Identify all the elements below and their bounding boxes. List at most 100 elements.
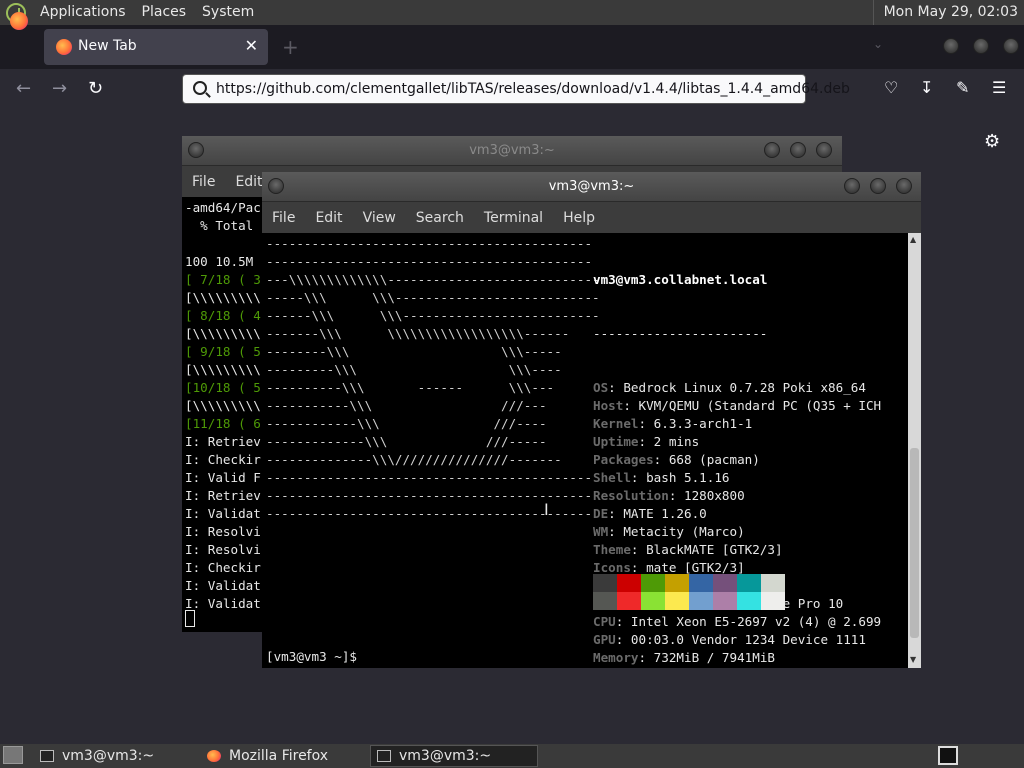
- terminal-output: -amd64/Pac % Total 100 10.5M [ 7/18 ( 3 […: [185, 199, 261, 613]
- distro-ascii-art: ----------------------------------------…: [266, 235, 600, 523]
- terminal-window-front[interactable]: vm3@vm3:~ File Edit View Search Terminal…: [262, 172, 921, 668]
- info-key: Theme: [593, 542, 631, 557]
- info-key: Kernel: [593, 416, 639, 431]
- taskbar-item-firefox[interactable]: Mozilla Firefox: [201, 745, 367, 767]
- window-titlebar[interactable]: vm3@vm3:~: [182, 136, 842, 166]
- terminal-line: I: Validat: [185, 578, 261, 593]
- menu-terminal[interactable]: Terminal: [474, 210, 553, 226]
- terminal-line: I: Retriev: [185, 488, 261, 503]
- ascii-line: -----------\\\ ///---: [266, 398, 547, 413]
- info-separator: -----------------------: [593, 326, 768, 341]
- ascii-line: --------\\\ \\\-----: [266, 344, 562, 359]
- taskbar-item-terminal-1[interactable]: vm3@vm3:~: [34, 745, 196, 767]
- workspace-switcher[interactable]: [938, 746, 958, 765]
- shell-prompt[interactable]: [vm3@vm3 ~]$: [266, 648, 357, 666]
- terminal-cursor: [185, 610, 195, 627]
- palette-swatch: [737, 574, 761, 592]
- terminal-line: 100 10.5M: [185, 254, 261, 269]
- taskbar-item-terminal-2[interactable]: vm3@vm3:~: [370, 745, 538, 767]
- scroll-down-icon[interactable]: ▼: [910, 655, 916, 664]
- ascii-line: ----------------------------------------…: [266, 506, 593, 521]
- clock[interactable]: Mon May 29, 02:03: [872, 0, 1024, 25]
- info-key: Shell: [593, 470, 631, 485]
- info-value: Metacity (Marco): [623, 524, 745, 539]
- info-row: Uptime: 2 mins: [593, 434, 700, 449]
- taskbar-item-label: vm3@vm3:~: [62, 748, 155, 764]
- info-row: GPU: 00:03.0 Vendor 1234 Device 1111: [593, 632, 866, 647]
- terminal-icon: [377, 750, 391, 762]
- ascii-line: ------------\\\ ///----: [266, 416, 547, 431]
- window-titlebar[interactable]: vm3@vm3:~: [262, 172, 921, 202]
- palette-swatch: [689, 592, 713, 610]
- info-value: MATE 1.26.0: [623, 506, 707, 521]
- menu-view[interactable]: View: [353, 210, 406, 226]
- maximize-window-button[interactable]: [790, 142, 806, 158]
- gear-icon[interactable]: ⚙: [984, 131, 1000, 152]
- info-row: Memory: 732MiB / 7941MiB: [593, 650, 775, 665]
- palette-swatch: [713, 574, 737, 592]
- url-bar[interactable]: https://github.com/clementgallet/libTAS/…: [182, 74, 850, 104]
- menu-file[interactable]: File: [262, 210, 305, 226]
- info-row: CPU: Intel Xeon E5-2697 v2 (4) @ 2.699: [593, 614, 882, 629]
- info-value: 6.3.3-arch1-1: [653, 416, 753, 431]
- pocket-icon[interactable]: ♡: [884, 78, 898, 97]
- scrollbar-thumb[interactable]: [910, 448, 919, 638]
- forward-arrow-icon[interactable]: →: [52, 78, 67, 99]
- info-user: vm3: [593, 272, 616, 287]
- new-tab-button[interactable]: +: [282, 35, 299, 59]
- terminal-line: [ 8/18 ( 4: [185, 308, 261, 323]
- reload-icon[interactable]: ↻: [88, 78, 103, 99]
- list-all-tabs-icon[interactable]: ⌄: [873, 37, 883, 51]
- menu-applications[interactable]: Applications: [32, 0, 134, 25]
- extensions-icon[interactable]: ✎: [956, 78, 969, 97]
- system-info: vm3@vm3.collabnet.local ----------------…: [593, 272, 882, 665]
- palette-swatch: [641, 574, 665, 592]
- maximize-window-button[interactable]: [973, 38, 989, 54]
- info-value: 00:03.0 Vendor 1234 Device 1111: [630, 632, 866, 647]
- close-tab-icon[interactable]: ✕: [245, 36, 258, 55]
- terminal-line: I: Resolvi: [185, 524, 261, 539]
- menu-help[interactable]: Help: [553, 210, 605, 226]
- menu-system[interactable]: System: [194, 0, 262, 25]
- menu-places[interactable]: Places: [134, 0, 195, 25]
- close-window-button[interactable]: [896, 178, 912, 194]
- hamburger-menu-icon[interactable]: ☰: [992, 78, 1006, 97]
- menu-search[interactable]: Search: [406, 210, 474, 226]
- menu-file[interactable]: File: [182, 174, 225, 190]
- taskbar-item-label: Mozilla Firefox: [229, 748, 329, 764]
- terminal-line: [\\\\\\\\\: [185, 326, 261, 341]
- minimize-window-button[interactable]: [844, 178, 860, 194]
- info-value: 1280x800: [684, 488, 745, 503]
- back-arrow-icon[interactable]: ←: [16, 78, 31, 99]
- terminal-line: I: Validat: [185, 596, 261, 611]
- info-key: WM: [593, 524, 609, 539]
- close-window-button[interactable]: [1003, 38, 1019, 54]
- scroll-up-icon[interactable]: ▲: [910, 235, 916, 244]
- terminal-line: I: Checkir: [185, 560, 261, 575]
- menu-edit[interactable]: Edit: [305, 210, 352, 226]
- show-desktop-icon[interactable]: [3, 746, 23, 764]
- minimize-window-button[interactable]: [764, 142, 780, 158]
- palette-swatch: [737, 592, 761, 610]
- terminal-scrollbar[interactable]: ▲ ▼: [908, 233, 921, 668]
- firefox-view-icon[interactable]: [10, 12, 28, 30]
- maximize-window-button[interactable]: [870, 178, 886, 194]
- ascii-line: ----------------------------------------…: [266, 488, 593, 503]
- info-value: 732MiB / 7941MiB: [653, 650, 775, 665]
- info-row: Resolution: 1280x800: [593, 488, 745, 503]
- download-icon[interactable]: ↧: [920, 78, 933, 97]
- terminal-line: I: Retriev: [185, 434, 261, 449]
- info-key: Resolution: [593, 488, 669, 503]
- palette-swatch: [617, 574, 641, 592]
- info-value: KVM/QEMU (Standard PC (Q35 + ICH: [638, 398, 882, 413]
- tab-new-tab[interactable]: New Tab ✕: [44, 29, 268, 65]
- terminal-line: I: Validat: [185, 506, 261, 521]
- terminal-line: [ 9/18 ( 5: [185, 344, 261, 359]
- minimize-window-button[interactable]: [943, 38, 959, 54]
- palette-swatch: [761, 574, 785, 592]
- ascii-line: -------------\\\ ///-----: [266, 434, 547, 449]
- terminal-output[interactable]: ----------------------------------------…: [264, 233, 908, 666]
- url-text[interactable]: https://github.com/clementgallet/libTAS/…: [216, 81, 850, 97]
- close-window-button[interactable]: [816, 142, 832, 158]
- palette-swatch: [593, 592, 617, 610]
